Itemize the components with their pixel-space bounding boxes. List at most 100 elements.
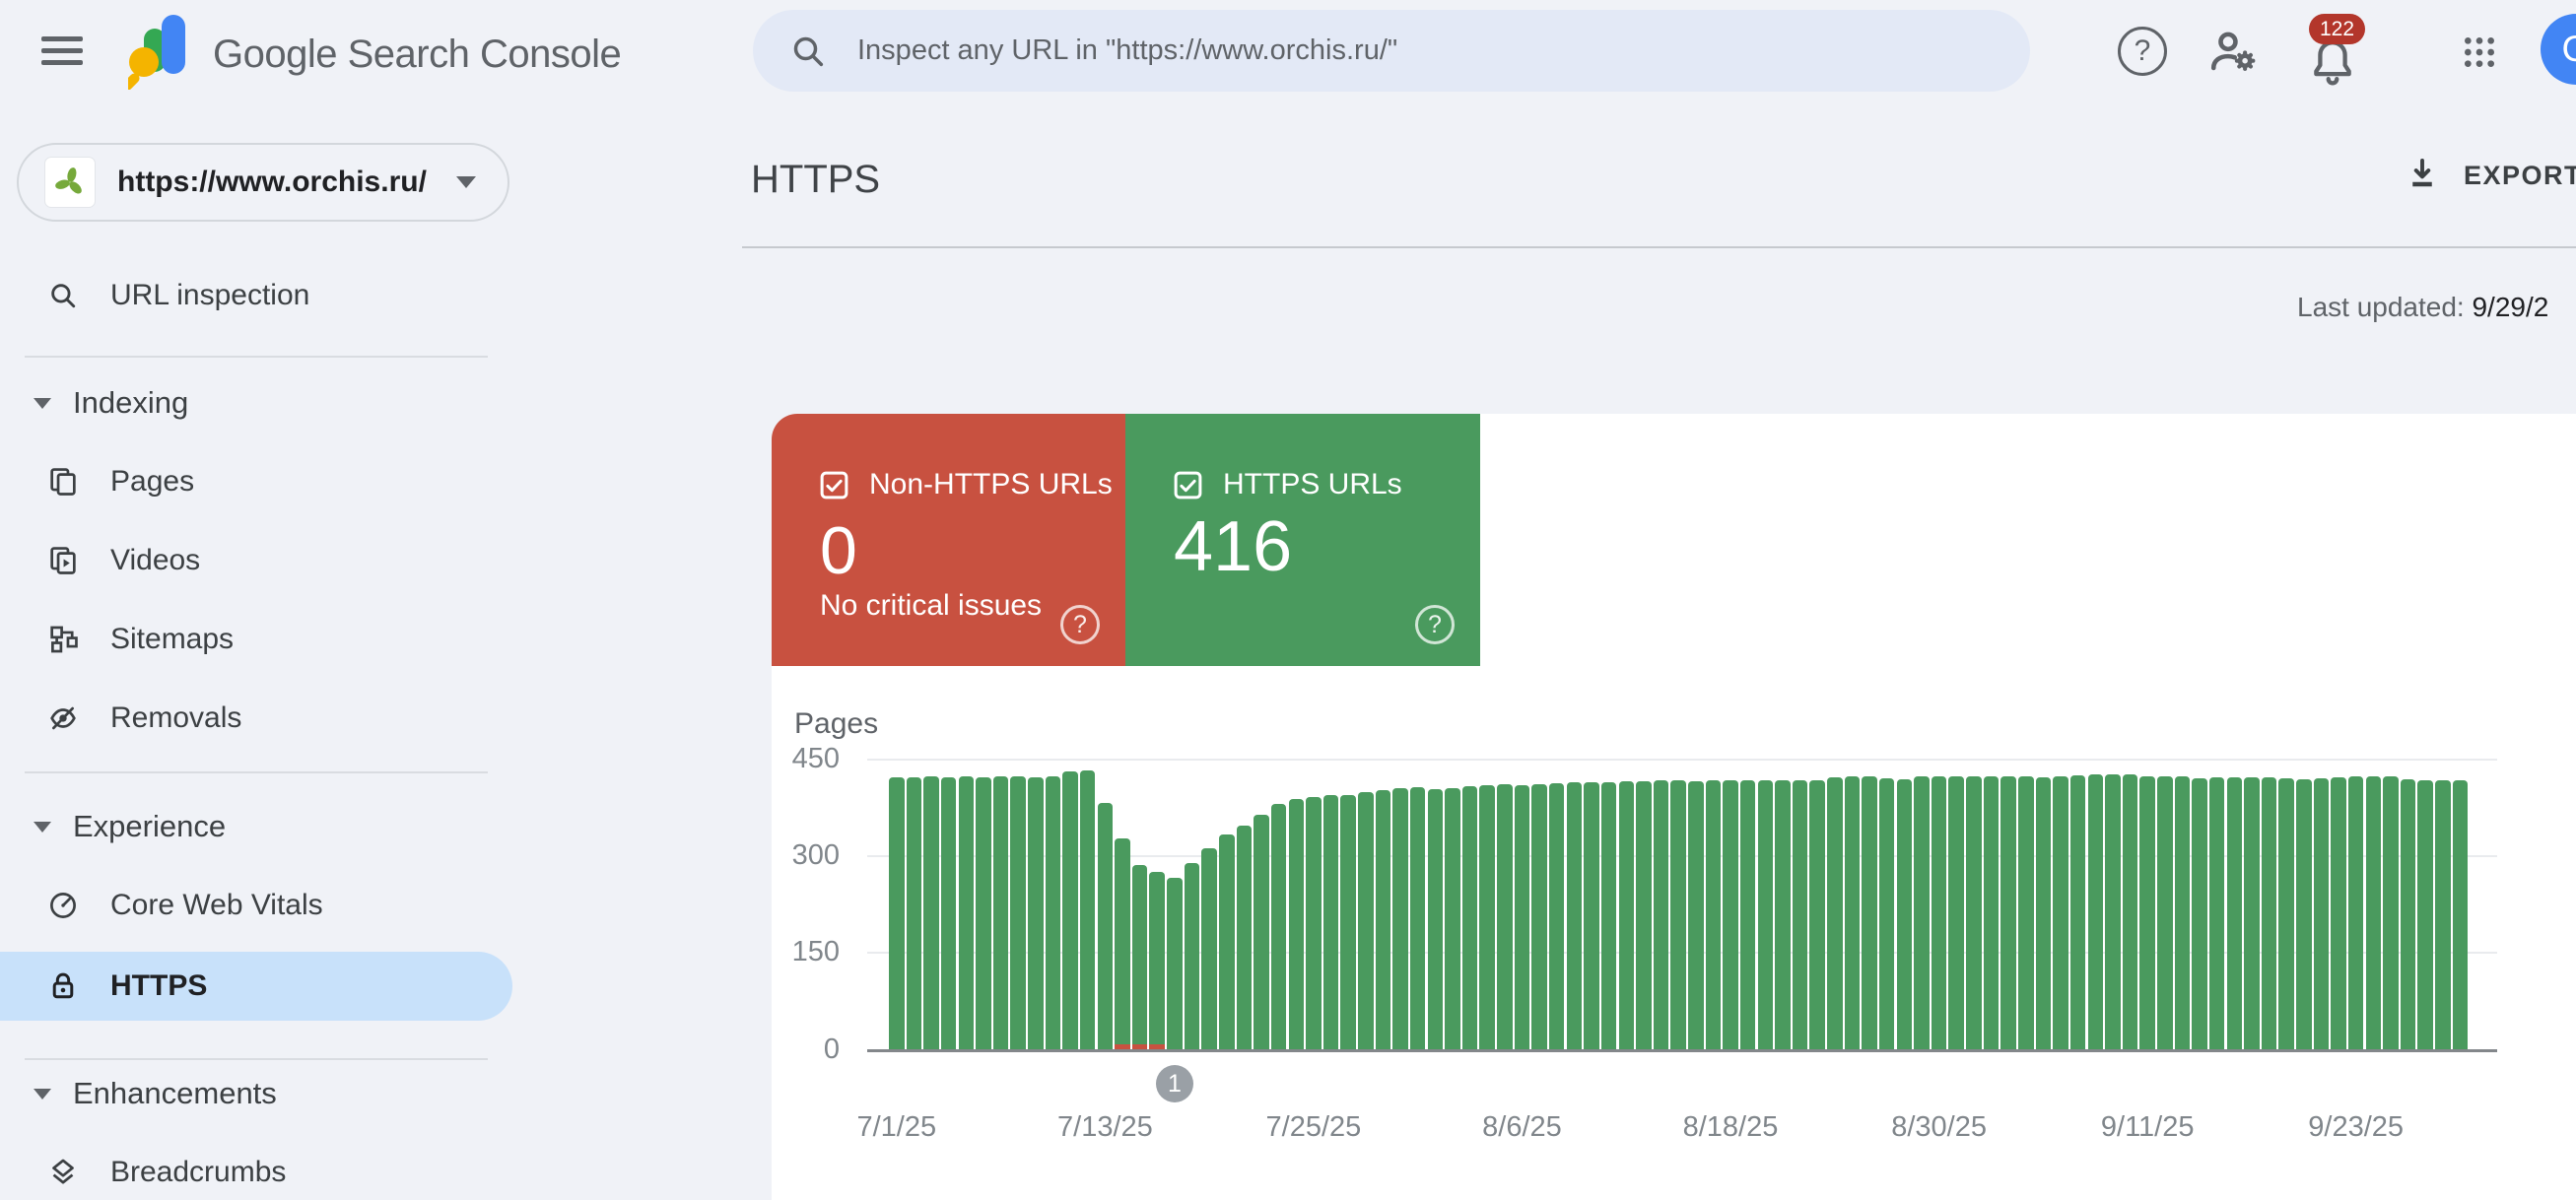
bar (1966, 776, 1982, 1049)
sidebar-item-label: Breadcrumbs (110, 1156, 286, 1189)
bar (1428, 789, 1444, 1049)
card-value: 416 (1174, 506, 1292, 587)
y-tick-label: 300 (749, 839, 840, 872)
notification-count-badge: 122 (2309, 14, 2365, 44)
bar (1358, 792, 1374, 1049)
bar (2331, 777, 2346, 1049)
chevron-down-icon (456, 176, 476, 188)
x-axis-line (867, 1049, 2497, 1052)
x-axis-labels: 7/1/257/13/257/25/258/6/258/18/258/30/25… (889, 1111, 2485, 1151)
bar (1845, 776, 1861, 1049)
lock-icon (46, 969, 80, 1003)
bar (1619, 781, 1635, 1049)
bar (1219, 834, 1235, 1049)
bar (1046, 776, 1061, 1049)
bar (2175, 776, 2191, 1049)
x-tick-label: 9/11/25 (2101, 1111, 2195, 1144)
https-urls-card[interactable]: HTTPS URLs 416 ? (1125, 414, 1480, 666)
export-button[interactable]: EXPORT (2405, 148, 2576, 203)
chart-annotation-marker[interactable]: 1 (1156, 1065, 1193, 1102)
bar (2366, 776, 2382, 1049)
search-input[interactable] (855, 33, 1993, 68)
bar (1028, 777, 1044, 1049)
bar (1515, 785, 1530, 1049)
url-inspect-search-bar[interactable] (753, 10, 2030, 92)
property-selector[interactable]: https://www.orchis.ru/ (17, 143, 509, 222)
bar (1201, 848, 1217, 1049)
bar (1688, 781, 1704, 1049)
bar (1793, 780, 1808, 1049)
bar-chart-plot (889, 759, 2485, 1049)
hamburger-menu-icon[interactable] (41, 36, 83, 66)
sidebar-item-breadcrumbs[interactable]: Breadcrumbs (0, 1141, 509, 1200)
x-tick-label: 7/13/25 (1057, 1111, 1153, 1144)
account-avatar[interactable]: O (2541, 14, 2576, 85)
bar (1098, 803, 1114, 1049)
bar (1775, 780, 1791, 1049)
bar (1670, 780, 1686, 1049)
bar (2209, 777, 2225, 1049)
chevron-down-icon (34, 1089, 51, 1100)
sidebar-item-videos[interactable]: Videos (0, 529, 509, 592)
section-label: Indexing (73, 385, 188, 421)
y-tick-label: 0 (749, 1033, 840, 1066)
bar (1636, 781, 1652, 1049)
bar (1167, 878, 1183, 1049)
sidebar-section-indexing[interactable]: Indexing (0, 371, 509, 434)
bar (1115, 838, 1130, 1049)
bar (1149, 872, 1165, 1049)
x-tick-label: 8/30/25 (1891, 1111, 1987, 1144)
bar (1809, 780, 1825, 1049)
sidebar-section-experience[interactable]: Experience (0, 795, 509, 858)
help-icon[interactable]: ? (2118, 27, 2167, 76)
pages-icon (46, 465, 80, 499)
bar (1254, 815, 1269, 1049)
sidebar-item-label: HTTPS (110, 969, 207, 1003)
x-tick-label: 7/1/25 (856, 1111, 936, 1144)
checkbox-checked-icon[interactable] (818, 469, 850, 501)
sitemaps-icon (46, 623, 80, 656)
sidebar-item-label: Videos (110, 544, 200, 577)
bar (1654, 780, 1669, 1049)
sidebar-item-label: URL inspection (110, 279, 309, 312)
bar (2192, 778, 2207, 1049)
chevron-down-icon (34, 822, 51, 833)
sidebar-item-sitemaps[interactable]: Sitemaps (0, 608, 509, 671)
non-https-urls-card[interactable]: Non-HTTPS URLs 0 No critical issues ? (772, 414, 1125, 666)
sidebar-item-url-inspection[interactable]: URL inspection (0, 264, 509, 327)
user-settings-icon[interactable] (2205, 24, 2263, 86)
bar (1897, 779, 1913, 1049)
help-icon[interactable]: ? (1060, 605, 1100, 644)
bar (1410, 787, 1426, 1049)
app-logo[interactable]: Google Search Console (128, 15, 621, 95)
bar (923, 776, 939, 1049)
bar (2314, 778, 2330, 1049)
bar (2000, 776, 2016, 1049)
search-icon (788, 32, 828, 71)
bar (1827, 777, 1843, 1049)
sidebar-item-pages[interactable]: Pages (0, 450, 509, 513)
help-icon[interactable]: ? (1415, 605, 1455, 644)
bar (1376, 790, 1391, 1050)
divider (25, 771, 488, 773)
bar (1531, 784, 1547, 1049)
sidebar-item-core-web-vitals[interactable]: Core Web Vitals (0, 874, 509, 937)
sidebar-item-https-selected[interactable]: HTTPS (0, 952, 512, 1021)
speedometer-icon (46, 889, 80, 922)
bar (1706, 780, 1722, 1049)
bar (2088, 774, 2104, 1049)
checkbox-checked-icon[interactable] (1172, 469, 1204, 501)
bar (2296, 779, 2312, 1049)
bar (1601, 782, 1617, 1049)
page-title: HTTPS (751, 158, 880, 202)
bar (2070, 775, 2086, 1049)
divider (742, 246, 2576, 248)
apps-grid-icon[interactable] (2460, 33, 2499, 77)
download-icon (2405, 156, 2440, 195)
divider (25, 356, 488, 358)
bar (2244, 777, 2260, 1049)
divider (25, 1058, 488, 1060)
sidebar-section-enhancements[interactable]: Enhancements (0, 1062, 509, 1125)
sidebar-item-removals[interactable]: Removals (0, 687, 509, 750)
card-value: 0 (820, 512, 857, 589)
